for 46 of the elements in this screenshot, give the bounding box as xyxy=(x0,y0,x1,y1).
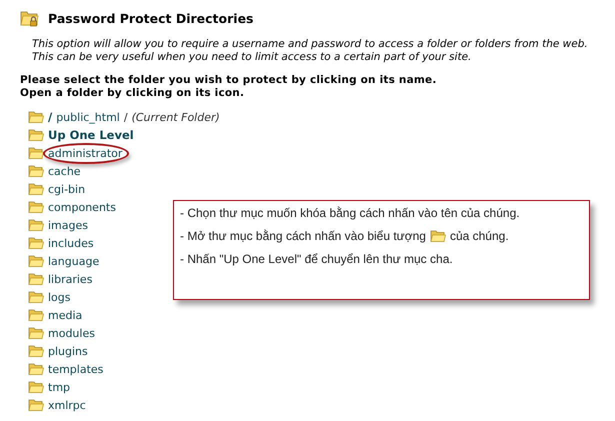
instruction-text: Open a folder by clicking on its icon. xyxy=(20,87,246,100)
folder-link[interactable]: media xyxy=(48,308,82,322)
root-link[interactable]: / xyxy=(48,110,52,124)
folder-icon[interactable] xyxy=(28,272,44,286)
folder-icon[interactable] xyxy=(28,146,44,160)
folder-link[interactable]: plugins xyxy=(48,344,88,358)
folder-icon[interactable] xyxy=(28,110,44,124)
up-one-level-link[interactable]: Up One Level xyxy=(48,128,134,142)
folder-icon[interactable] xyxy=(28,218,44,232)
note-text: của chúng. xyxy=(450,229,509,243)
folder-link[interactable]: xmlrpc xyxy=(48,398,86,412)
folder-icon[interactable] xyxy=(28,236,44,250)
path-separator: / xyxy=(124,110,128,124)
folder-link[interactable]: language xyxy=(48,254,100,268)
folder-link[interactable]: cgi-bin xyxy=(48,182,86,196)
folder-link[interactable]: tmp xyxy=(48,380,70,394)
folder-link[interactable]: modules xyxy=(48,326,95,340)
folder-link[interactable]: administrator xyxy=(48,146,122,160)
description-text: This option will allow you to require a username and password to access a folder or folders from the web. This can be very useful when you need to limit access to a certain part of your site. xyxy=(32,38,589,64)
folder-icon[interactable] xyxy=(28,308,44,322)
folder-icon[interactable] xyxy=(28,326,44,340)
folder-icon[interactable] xyxy=(28,128,44,142)
instruction-text: Please select the folder you wish to protect by clicking on its name. xyxy=(20,74,438,87)
current-folder-note: (Current Folder) xyxy=(132,110,220,124)
folder-link[interactable]: libraries xyxy=(48,272,92,286)
folder-link[interactable]: public_html xyxy=(56,110,120,124)
folder-icon xyxy=(430,229,446,243)
folder-icon[interactable] xyxy=(28,290,44,304)
note-text: - Mở thư mục bằng cách nhấn vào biểu tượng xyxy=(180,229,426,243)
folder-icon[interactable] xyxy=(28,362,44,376)
folder-icon[interactable] xyxy=(28,398,44,412)
folder-icon[interactable] xyxy=(28,380,44,394)
folder-icon[interactable] xyxy=(28,200,44,214)
folder-icon[interactable] xyxy=(28,164,44,178)
note-text: - Chọn thư mục muốn khóa bằng cách nhấn vào tên của chúng. xyxy=(180,206,520,220)
folder-icon[interactable] xyxy=(28,344,44,358)
folder-link[interactable]: cache xyxy=(48,164,81,178)
folder-link[interactable]: includes xyxy=(48,236,94,250)
folder-link[interactable]: components xyxy=(48,200,116,214)
folder-link[interactable]: logs xyxy=(48,290,70,304)
folder-link[interactable]: templates xyxy=(48,362,104,376)
folder-icon[interactable] xyxy=(28,182,44,196)
folder-icon[interactable] xyxy=(28,254,44,268)
folder-link[interactable]: images xyxy=(48,218,88,232)
page-title: Password Protect Directories xyxy=(48,10,254,26)
note-text: - Nhấn "Up One Level" để chuyển lên thư mục cha. xyxy=(180,252,453,266)
